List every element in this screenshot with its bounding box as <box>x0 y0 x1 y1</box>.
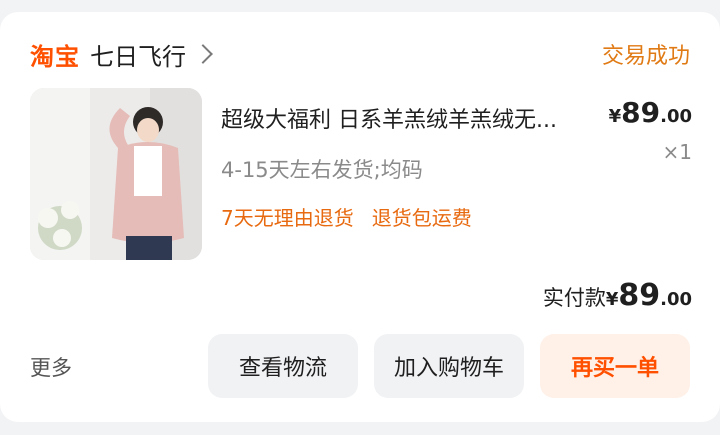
product-spec: 4-15天左右发货;均码 <box>221 158 423 182</box>
product-photo-illustration <box>30 88 202 260</box>
paid-currency: ¥ <box>605 289 619 310</box>
shop-name[interactable]: 七日飞行 <box>90 37 186 72</box>
product-price: ¥89.00 <box>609 96 692 129</box>
product-image[interactable] <box>30 88 202 260</box>
order-status: 交易成功 <box>601 44 690 69</box>
buy-again-button[interactable]: 再买一单 <box>540 334 690 398</box>
price-integer: 89 <box>621 96 661 129</box>
shop-header[interactable]: 淘宝 七日飞行 交易成功 <box>30 34 690 74</box>
paid-integer: 89 <box>618 278 661 313</box>
paid-label: 实付款 <box>542 286 606 310</box>
paid-amount: 实付款¥89.00 <box>543 278 692 313</box>
taobao-logo: 淘宝 <box>30 42 80 71</box>
service-tag-shipping: 退货包运费 <box>371 206 472 230</box>
price-decimal: .00 <box>660 106 692 127</box>
order-card: 淘宝 七日飞行 交易成功 超级大福利 日系羊羔绒羊羔绒无... ¥89.00 ×… <box>0 12 720 422</box>
product-quantity: ×1 <box>662 140 692 164</box>
add-to-cart-button[interactable]: 加入购物车 <box>374 334 524 398</box>
price-currency: ¥ <box>608 106 622 127</box>
paid-decimal: .00 <box>660 289 692 310</box>
service-tags: 7天无理由退货 退货包运费 <box>221 202 472 231</box>
chevron-right-icon <box>193 44 213 64</box>
service-tag-return: 7天无理由退货 <box>221 206 354 230</box>
product-title[interactable]: 超级大福利 日系羊羔绒羊羔绒无... <box>221 102 601 134</box>
view-logistics-button[interactable]: 查看物流 <box>208 334 358 398</box>
more-button[interactable]: 更多 <box>30 352 72 382</box>
